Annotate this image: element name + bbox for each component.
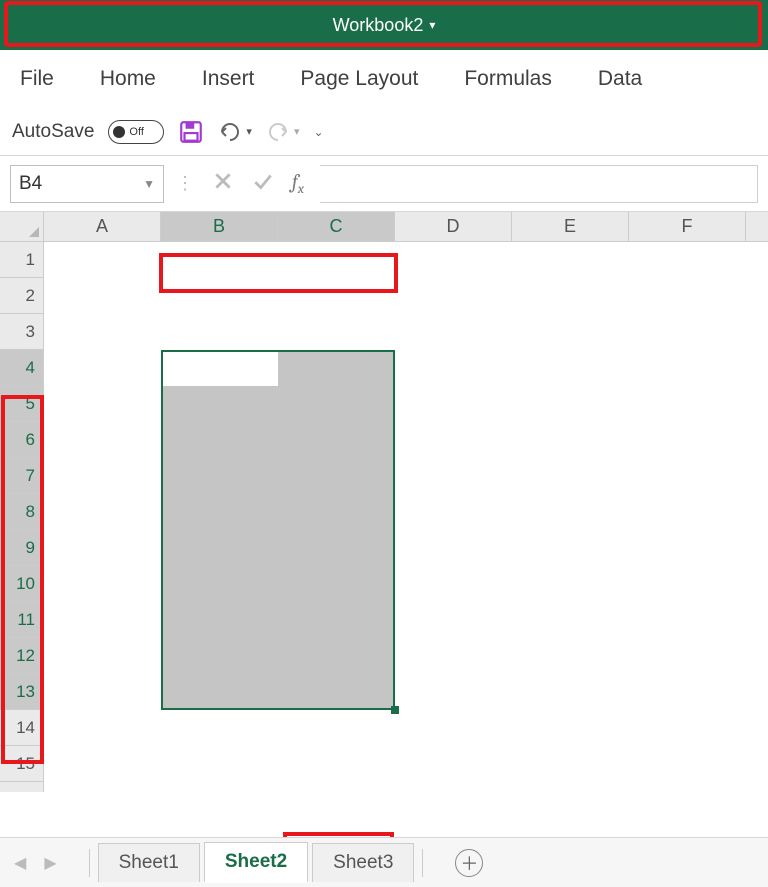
chevron-down-icon[interactable]: ▼ xyxy=(143,177,155,191)
row-header-9[interactable]: 9 xyxy=(0,530,43,566)
spreadsheet-grid[interactable]: A B C D E F 1 2 3 4 5 6 7 8 9 10 11 12 1… xyxy=(0,212,768,792)
row-header-7[interactable]: 7 xyxy=(0,458,43,494)
row-header-11[interactable]: 11 xyxy=(0,602,43,638)
ribbon-tabs: File Home Insert Page Layout Formulas Da… xyxy=(0,50,768,108)
active-cell[interactable] xyxy=(163,352,278,386)
sheet-nav-next-icon[interactable]: ▶ xyxy=(44,853,56,873)
col-header-e[interactable]: E xyxy=(512,212,629,241)
chevron-down-icon[interactable]: ▾ xyxy=(246,125,252,138)
workbook-title: Workbook2 xyxy=(333,15,424,36)
menu-file[interactable]: File xyxy=(20,67,54,91)
row-header-10[interactable]: 10 xyxy=(0,566,43,602)
select-all-corner[interactable] xyxy=(0,212,44,242)
row-header-2[interactable]: 2 xyxy=(0,278,43,314)
toggle-knob-icon xyxy=(113,126,125,138)
row-header-14[interactable]: 14 xyxy=(0,710,43,746)
row-header-6[interactable]: 6 xyxy=(0,422,43,458)
plus-icon: ＋ xyxy=(460,850,478,876)
title-bar: Workbook2 ▾ xyxy=(0,0,768,50)
col-header-f[interactable]: F xyxy=(629,212,746,241)
sheet-tab-1[interactable]: Sheet1 xyxy=(98,843,200,882)
separator xyxy=(89,849,90,877)
row-header-13[interactable]: 13 xyxy=(0,674,43,710)
row-header-4[interactable]: 4 xyxy=(0,350,43,386)
menu-home[interactable]: Home xyxy=(100,67,156,91)
sheet-nav-prev-icon[interactable]: ◀ xyxy=(14,853,26,873)
name-box[interactable]: B4 ▼ xyxy=(10,165,164,203)
autosave-state: Off xyxy=(129,126,143,138)
undo-button[interactable]: ▾ xyxy=(218,122,252,142)
customize-qat-icon[interactable]: ⌄ xyxy=(313,125,323,139)
chevron-down-icon[interactable]: ▾ xyxy=(294,125,300,138)
save-button[interactable] xyxy=(178,119,204,145)
fx-icon[interactable]: fx xyxy=(292,170,304,197)
col-header-d[interactable]: D xyxy=(395,212,512,241)
quick-access-toolbar: AutoSave Off ▾ ▾ ⌄ xyxy=(0,108,768,156)
cell-area[interactable] xyxy=(44,242,768,792)
row-header-3[interactable]: 3 xyxy=(0,314,43,350)
autosave-label: AutoSave xyxy=(12,121,94,143)
sheet-tab-2[interactable]: Sheet2 xyxy=(204,842,308,883)
menu-insert[interactable]: Insert xyxy=(202,67,255,91)
col-header-a[interactable]: A xyxy=(44,212,161,241)
row-header-8[interactable]: 8 xyxy=(0,494,43,530)
menu-formulas[interactable]: Formulas xyxy=(464,67,552,91)
separator xyxy=(422,849,423,877)
expand-formula-icon[interactable]: ⋮ xyxy=(172,173,196,194)
selection-range xyxy=(161,350,395,710)
cancel-icon[interactable] xyxy=(212,170,234,197)
check-icon[interactable] xyxy=(252,170,274,197)
formula-bar: B4 ▼ ⋮ fx xyxy=(0,156,768,212)
row-header-5[interactable]: 5 xyxy=(0,386,43,422)
column-headers: A B C D E F xyxy=(44,212,768,242)
redo-button[interactable]: ▾ xyxy=(266,122,300,142)
autosave-toggle[interactable]: Off xyxy=(108,120,164,144)
row-headers: 1 2 3 4 5 6 7 8 9 10 11 12 13 14 15 xyxy=(0,242,44,792)
row-header-15[interactable]: 15 xyxy=(0,746,43,782)
name-box-value: B4 xyxy=(19,173,42,195)
col-header-c[interactable]: C xyxy=(278,212,395,241)
fill-handle[interactable] xyxy=(391,706,399,714)
sheet-tab-3[interactable]: Sheet3 xyxy=(312,843,414,882)
add-sheet-button[interactable]: ＋ xyxy=(455,849,483,877)
menu-page-layout[interactable]: Page Layout xyxy=(300,67,418,91)
formula-input[interactable] xyxy=(320,165,758,203)
col-header-b[interactable]: B xyxy=(161,212,278,241)
title-dropdown-icon[interactable]: ▾ xyxy=(429,18,435,32)
menu-data[interactable]: Data xyxy=(598,67,642,91)
sheet-tab-bar: ◀ ▶ Sheet1 Sheet2 Sheet3 ＋ xyxy=(0,837,768,887)
row-header-1[interactable]: 1 xyxy=(0,242,43,278)
row-header-12[interactable]: 12 xyxy=(0,638,43,674)
